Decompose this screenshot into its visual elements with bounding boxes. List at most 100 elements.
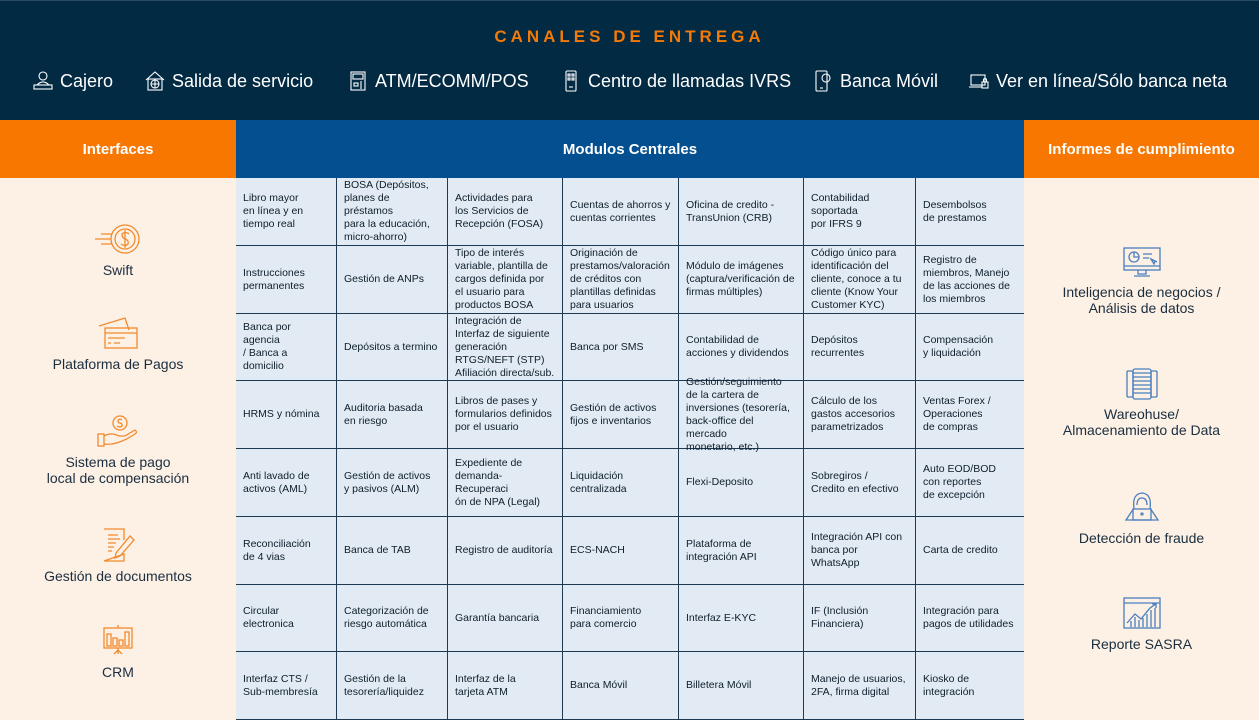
module-label: Registro de auditoría: [455, 544, 553, 556]
growth-chart-icon: [1122, 597, 1161, 629]
module-label: Banca por SMS: [570, 340, 644, 353]
module-label: Carta de credito: [923, 544, 998, 556]
channel-ivrs: Centro de llamadas IVRS: [560, 65, 791, 97]
module-cell: Auditoria basada en riesgo: [337, 381, 448, 449]
module-label: Ventas Forex / Operaciones de compras: [923, 395, 991, 433]
channel-cashier: Cajero: [32, 65, 113, 97]
module-cell: Contabilidad de acciones y dividendos: [679, 314, 804, 381]
channel-label: Centro de llamadas IVRS: [588, 70, 792, 91]
module-label: Originación de prestamos/valoración de c…: [570, 247, 670, 311]
module-label: Integración para pagos de utilidades: [923, 605, 1014, 630]
module-label: Módulo de imágenes (captura/verificación…: [686, 260, 795, 298]
module-cell: Garantía bancaria: [448, 585, 563, 652]
module-label: IF (Inclusión Financiera): [811, 605, 869, 630]
module-cell: Depósitos a termino: [337, 314, 448, 381]
module-label: HRMS y nómina: [243, 408, 320, 420]
module-label: Manejo de usuarios, 2FA, firma digital: [811, 672, 906, 698]
module-label: BOSA (Depósitos, planes de préstamos par…: [344, 179, 430, 243]
module-label: Financiamiento para comercio: [570, 605, 642, 630]
module-cell: Billetera Móvil: [679, 652, 804, 720]
module-cell: Cálculo de los gastos accesorios paramet…: [804, 381, 916, 449]
module-cell: Banca por agencia / Banca a domicilio: [236, 314, 337, 381]
interfaces-panel: Swift Plataforma de Pagos Sistema de pag…: [0, 178, 236, 720]
presentation-chart-icon: [103, 625, 133, 655]
monitor-pie-chart-icon: [1122, 247, 1161, 277]
module-cell: Plataforma de integración API: [679, 517, 804, 585]
compliance-sasra-report: Reporte SASRA: [1024, 596, 1259, 652]
module-cell: Integración API con banca por WhatsApp: [804, 517, 916, 585]
module-cell: Categorización de riesgo automática: [337, 585, 448, 652]
module-label: Instrucciones permanentes: [243, 266, 305, 292]
module-label: Interfaz E-KYC: [686, 611, 757, 624]
module-label: Auto EOD/BOD con reportes de excepción: [923, 463, 996, 501]
interfaces-header: Interfaces: [0, 120, 236, 178]
compliance-fraud-detection: Detección de fraude: [1024, 490, 1259, 546]
compliance-warehouse: Wareohuse/ Almacenamiento de Data: [1024, 368, 1259, 438]
module-label: Sobregiros / Credito en efectivo: [811, 469, 899, 495]
module-cell: Banca Móvil: [563, 652, 679, 720]
channel-label: Cajero: [60, 70, 114, 91]
core-modules-header: Modulos Centrales: [236, 120, 1024, 178]
module-label: Reconciliación de 4 vias: [243, 537, 311, 563]
module-cell: Registro de miembros, Manejo de las acci…: [916, 246, 1024, 314]
channel-atm: ATM/ECOMM/POS: [347, 65, 529, 97]
module-cell: Banca de TAB: [337, 517, 448, 585]
coin-speed-icon: [95, 224, 140, 254]
module-label: Liquidación centralizada: [570, 469, 627, 495]
module-label: Auditoria basada en riesgo: [344, 401, 423, 427]
module-cell: Circular electronica: [236, 585, 337, 652]
interface-label: Plataforma de Pagos: [52, 356, 184, 372]
hacker-laptop-icon: [1124, 492, 1159, 521]
banner-title: CANALES DE ENTREGA: [494, 27, 765, 46]
module-cell: Integración de Interfaz de siguiente gen…: [448, 314, 563, 381]
module-label: Banca Móvil: [570, 679, 628, 691]
module-cell: Ventas Forex / Operaciones de compras: [916, 381, 1024, 449]
module-label: Tipo de interés variable, plantilla de c…: [455, 247, 548, 311]
module-label: Billetera Móvil: [686, 679, 752, 691]
module-label: Plataforma de integración API: [686, 537, 757, 563]
document-pencil-icon: [103, 528, 135, 562]
service-outlet-icon: [145, 71, 165, 91]
channel-mobile-banking: Banca Móvil: [812, 65, 938, 97]
module-cell: Gestión de activos fijos e inventarios: [563, 381, 679, 449]
module-label: Gestión de activos fijos e inventarios: [570, 401, 657, 427]
interface-payments-platform: Plataforma de Pagos: [0, 316, 236, 372]
module-label: Cálculo de los gastos accesorios paramet…: [811, 395, 896, 433]
channel-label: Banca Móvil: [840, 70, 939, 91]
module-label: Depósitos recurrentes: [811, 334, 865, 359]
module-cell: Auto EOD/BOD con reportes de excepción: [916, 449, 1024, 517]
module-label: Gestión de la tesorería/liquidez: [344, 672, 424, 698]
module-label: Interfaz de la tarjeta ATM: [455, 672, 516, 698]
channel-label: Ver en línea/Sólo banca neta: [996, 70, 1228, 91]
module-cell: Flexi-Deposito: [679, 449, 804, 517]
module-label: Compensación y liquidación: [923, 334, 994, 359]
module-cell: Registro de auditoría: [448, 517, 563, 585]
channel-online-banking: Ver en línea/Sólo banca neta: [968, 65, 1227, 97]
module-label: Interfaz CTS / Sub-membresía: [243, 672, 318, 698]
module-label: Código único para identificación del cli…: [811, 247, 902, 311]
module-label: Gestión/seguimiento de la cartera de inv…: [686, 375, 790, 453]
module-cell: Gestión/seguimiento de la cartera de inv…: [679, 376, 804, 453]
module-label: Banca de TAB: [344, 544, 411, 556]
server-rack-icon: [1125, 368, 1158, 400]
module-cell: Integración para pagos de utilidades: [916, 585, 1024, 652]
module-label: Cuentas de ahorros y cuentas corrientes: [570, 198, 671, 224]
atm-icon: [350, 71, 366, 91]
compliance-label: Reporte SASRA: [1090, 636, 1193, 652]
module-cell: IF (Inclusión Financiera): [804, 585, 916, 652]
hand-coin-icon: [97, 415, 138, 447]
module-cell: Instrucciones permanentes: [236, 246, 337, 314]
module-label: Kiosko de integración: [923, 672, 975, 698]
module-cell: Depósitos recurrentes: [804, 314, 916, 381]
module-label: Gestión de ANPs: [344, 273, 424, 285]
module-cell: Interfaz de la tarjeta ATM: [448, 652, 563, 720]
mobile-banking-icon: [815, 70, 831, 92]
module-cell: Código único para identificación del cli…: [804, 246, 916, 314]
interface-label: Sistema de pago local de compensación: [46, 454, 190, 486]
channel-list: Cajero Salida de servicio ATM/ECOMM/POS …: [0, 65, 1259, 97]
module-cell: Contabilidad soportada por IFRS 9: [804, 178, 916, 246]
module-cell: Oficina de credito - TransUnion (CRB): [679, 178, 804, 246]
channel-label: Salida de servicio: [172, 70, 314, 91]
module-cell: Expediente de demanda-Recuperaci ón de N…: [448, 449, 563, 517]
module-cell: Reconciliación de 4 vias: [236, 517, 337, 585]
